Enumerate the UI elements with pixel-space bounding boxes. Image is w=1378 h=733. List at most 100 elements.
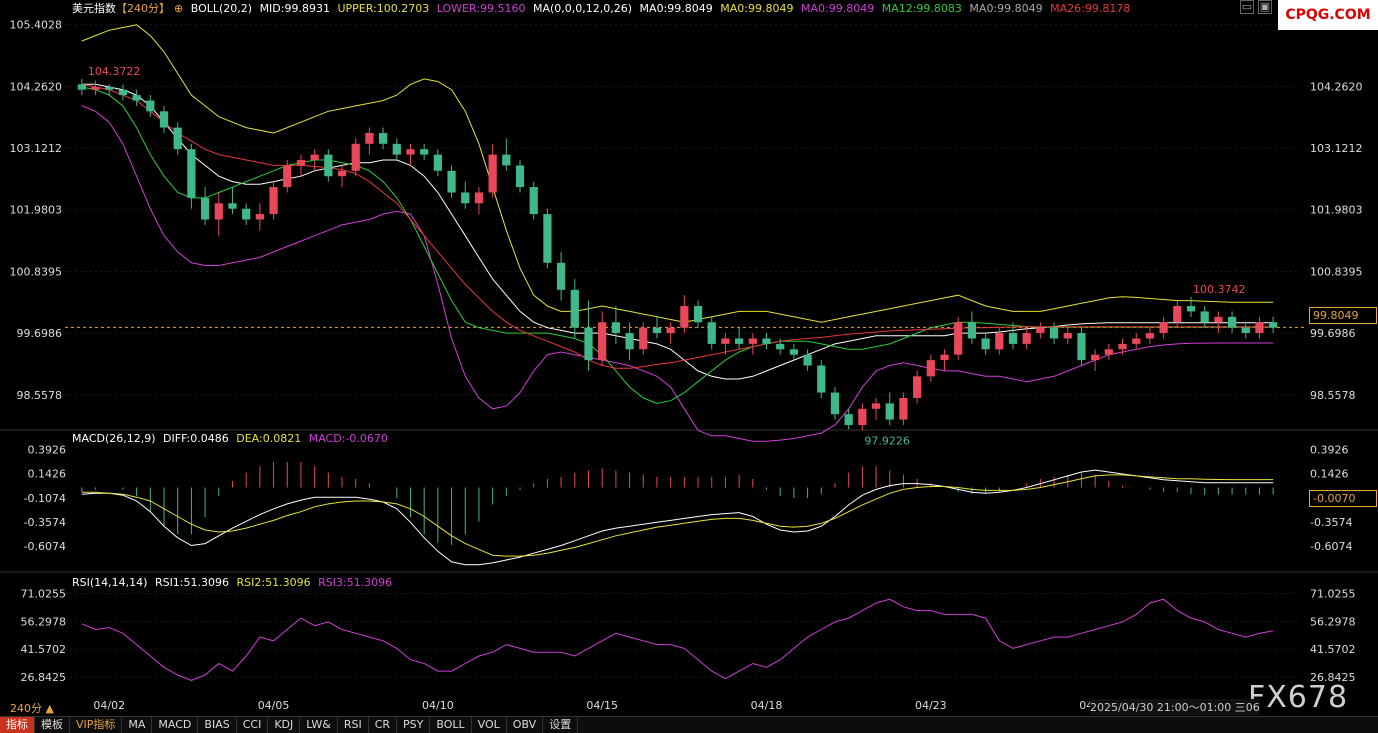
- rsi-1: RSI1:51.3096: [154, 576, 229, 589]
- tab-cr[interactable]: CR: [369, 717, 398, 733]
- candle-body: [132, 95, 141, 101]
- tab-kdj[interactable]: KDJ: [268, 717, 301, 733]
- candle-body: [324, 154, 333, 177]
- tab-lw[interactable]: LW&: [300, 717, 338, 733]
- candle-body: [1241, 327, 1250, 334]
- tab-ma[interactable]: MA: [122, 717, 153, 733]
- candle-body: [926, 360, 935, 377]
- rsi-tick-label: 26.8425: [21, 671, 67, 684]
- ma-item-5: MA0:99.8049: [969, 2, 1043, 15]
- y-tick-label: 101.9803: [10, 204, 63, 217]
- period-tag[interactable]: 【240分】: [116, 2, 170, 15]
- rsi-tick-label: 71.0255: [21, 588, 67, 601]
- settings-icon[interactable]: ⊕: [174, 2, 183, 15]
- minimize-icon[interactable]: ▭: [1240, 0, 1254, 14]
- boll-name: BOLL(20,2): [190, 2, 253, 15]
- y-tick-label-right: 104.2620: [1310, 80, 1363, 93]
- candle-body: [817, 365, 826, 393]
- candle-body: [680, 306, 689, 328]
- y-tick-label: 105.4028: [10, 19, 63, 32]
- candle-body: [940, 354, 949, 361]
- macd-tick-label-right: 0.3926: [1310, 444, 1349, 457]
- period-selector[interactable]: 240分 ▲: [10, 700, 54, 716]
- rsi-tick-label-right: 56.2978: [1310, 615, 1356, 628]
- candle-body: [1022, 333, 1031, 344]
- candle-body: [858, 408, 867, 425]
- candle-body: [1200, 311, 1209, 323]
- macd-value: MACD:-0.0670: [308, 432, 388, 445]
- candle-body: [707, 322, 716, 344]
- rsi-tick-label-right: 41.5702: [1310, 643, 1356, 656]
- tab-boll[interactable]: BOLL: [430, 717, 472, 733]
- tab-obv[interactable]: OBV: [507, 717, 544, 733]
- tab-psy[interactable]: PSY: [397, 717, 431, 733]
- y-tick-label: 99.6986: [17, 327, 63, 340]
- tab-indicators[interactable]: 指标: [0, 717, 35, 733]
- candle-body: [1173, 306, 1182, 323]
- candle-body: [666, 327, 675, 334]
- macd-tick-label: -0.3574: [24, 516, 66, 529]
- tab-template[interactable]: 模板: [35, 717, 70, 733]
- candle-body: [611, 322, 620, 334]
- candle-body: [310, 154, 319, 161]
- boll-lower-line: [81, 105, 1274, 442]
- ma-item-6: MA26:99.8178: [1050, 2, 1131, 15]
- macd-legend: MACD(26,12,9) DIFF:0.0486 DEA:0.0821 MAC…: [72, 432, 392, 446]
- candle-body: [146, 100, 155, 112]
- candle-body: [981, 338, 990, 350]
- ma26-line: [81, 83, 1274, 369]
- candle-body: [378, 132, 388, 144]
- candle-body: [77, 84, 86, 90]
- candle-body: [844, 414, 853, 425]
- candle-body: [488, 154, 497, 193]
- x-tick-label: 04/18: [751, 699, 783, 712]
- candle-body: [995, 333, 1004, 350]
- tab-settings[interactable]: 设置: [543, 717, 579, 733]
- candle-body: [652, 327, 662, 334]
- rsi-tick-label: 56.2978: [21, 615, 67, 628]
- candle-body: [721, 338, 730, 344]
- candle-body: [337, 170, 347, 177]
- y-tick-label-right: 103.1212: [1310, 142, 1363, 155]
- candle-body: [954, 322, 963, 355]
- ma-item-4: MA12:99.8083: [881, 2, 962, 15]
- candle-body: [447, 170, 456, 193]
- rsi-tick-label-right: 71.0255: [1310, 588, 1356, 601]
- candle-body: [187, 149, 196, 198]
- candle-body: [967, 322, 977, 339]
- y-tick-label-right: 98.5578: [1310, 389, 1356, 402]
- candle-body: [557, 262, 566, 290]
- rsi-tick-label: 41.5702: [21, 643, 67, 656]
- candle-body: [159, 111, 169, 128]
- tab-vol[interactable]: VOL: [472, 717, 507, 733]
- tab-macd[interactable]: MACD: [152, 717, 199, 733]
- candle-body: [242, 208, 251, 220]
- y-tick-label: 98.5578: [17, 389, 63, 402]
- tab-rsi[interactable]: RSI: [338, 717, 369, 733]
- macd-dea: DEA:0.0821: [236, 432, 302, 445]
- restore-icon[interactable]: ▣: [1258, 0, 1272, 14]
- site-logo: CPQG.COM: [1278, 0, 1378, 30]
- tab-bias[interactable]: BIAS: [198, 717, 237, 733]
- candle-body: [1091, 354, 1100, 361]
- candle-body: [214, 203, 223, 220]
- candle-body: [1118, 343, 1127, 350]
- tab-vip[interactable]: VIP指标: [70, 717, 123, 733]
- candle-body: [830, 392, 840, 415]
- price-legend: 美元指数【240分】 ⊕ BOLL(20,2) MID:99.8931 UPPER…: [72, 2, 1134, 16]
- x-tick-label: 04/15: [586, 699, 618, 712]
- macd-name: MACD(26,12,9): [72, 432, 156, 445]
- candle-body: [762, 338, 771, 344]
- tab-cci[interactable]: CCI: [237, 717, 269, 733]
- candle-body: [406, 149, 415, 155]
- macd-tick-label-right: -0.3574: [1310, 516, 1352, 529]
- candle-body: [1132, 338, 1141, 344]
- candle-body: [365, 132, 374, 144]
- boll-mid-line: [81, 83, 1274, 380]
- candle-body: [543, 214, 552, 263]
- candle-body: [1063, 333, 1072, 339]
- y-tick-label-right: 101.9803: [1310, 204, 1363, 217]
- current-macd-label: -0.0070: [1309, 490, 1377, 507]
- candle-body: [118, 89, 128, 96]
- candle-body: [584, 327, 593, 361]
